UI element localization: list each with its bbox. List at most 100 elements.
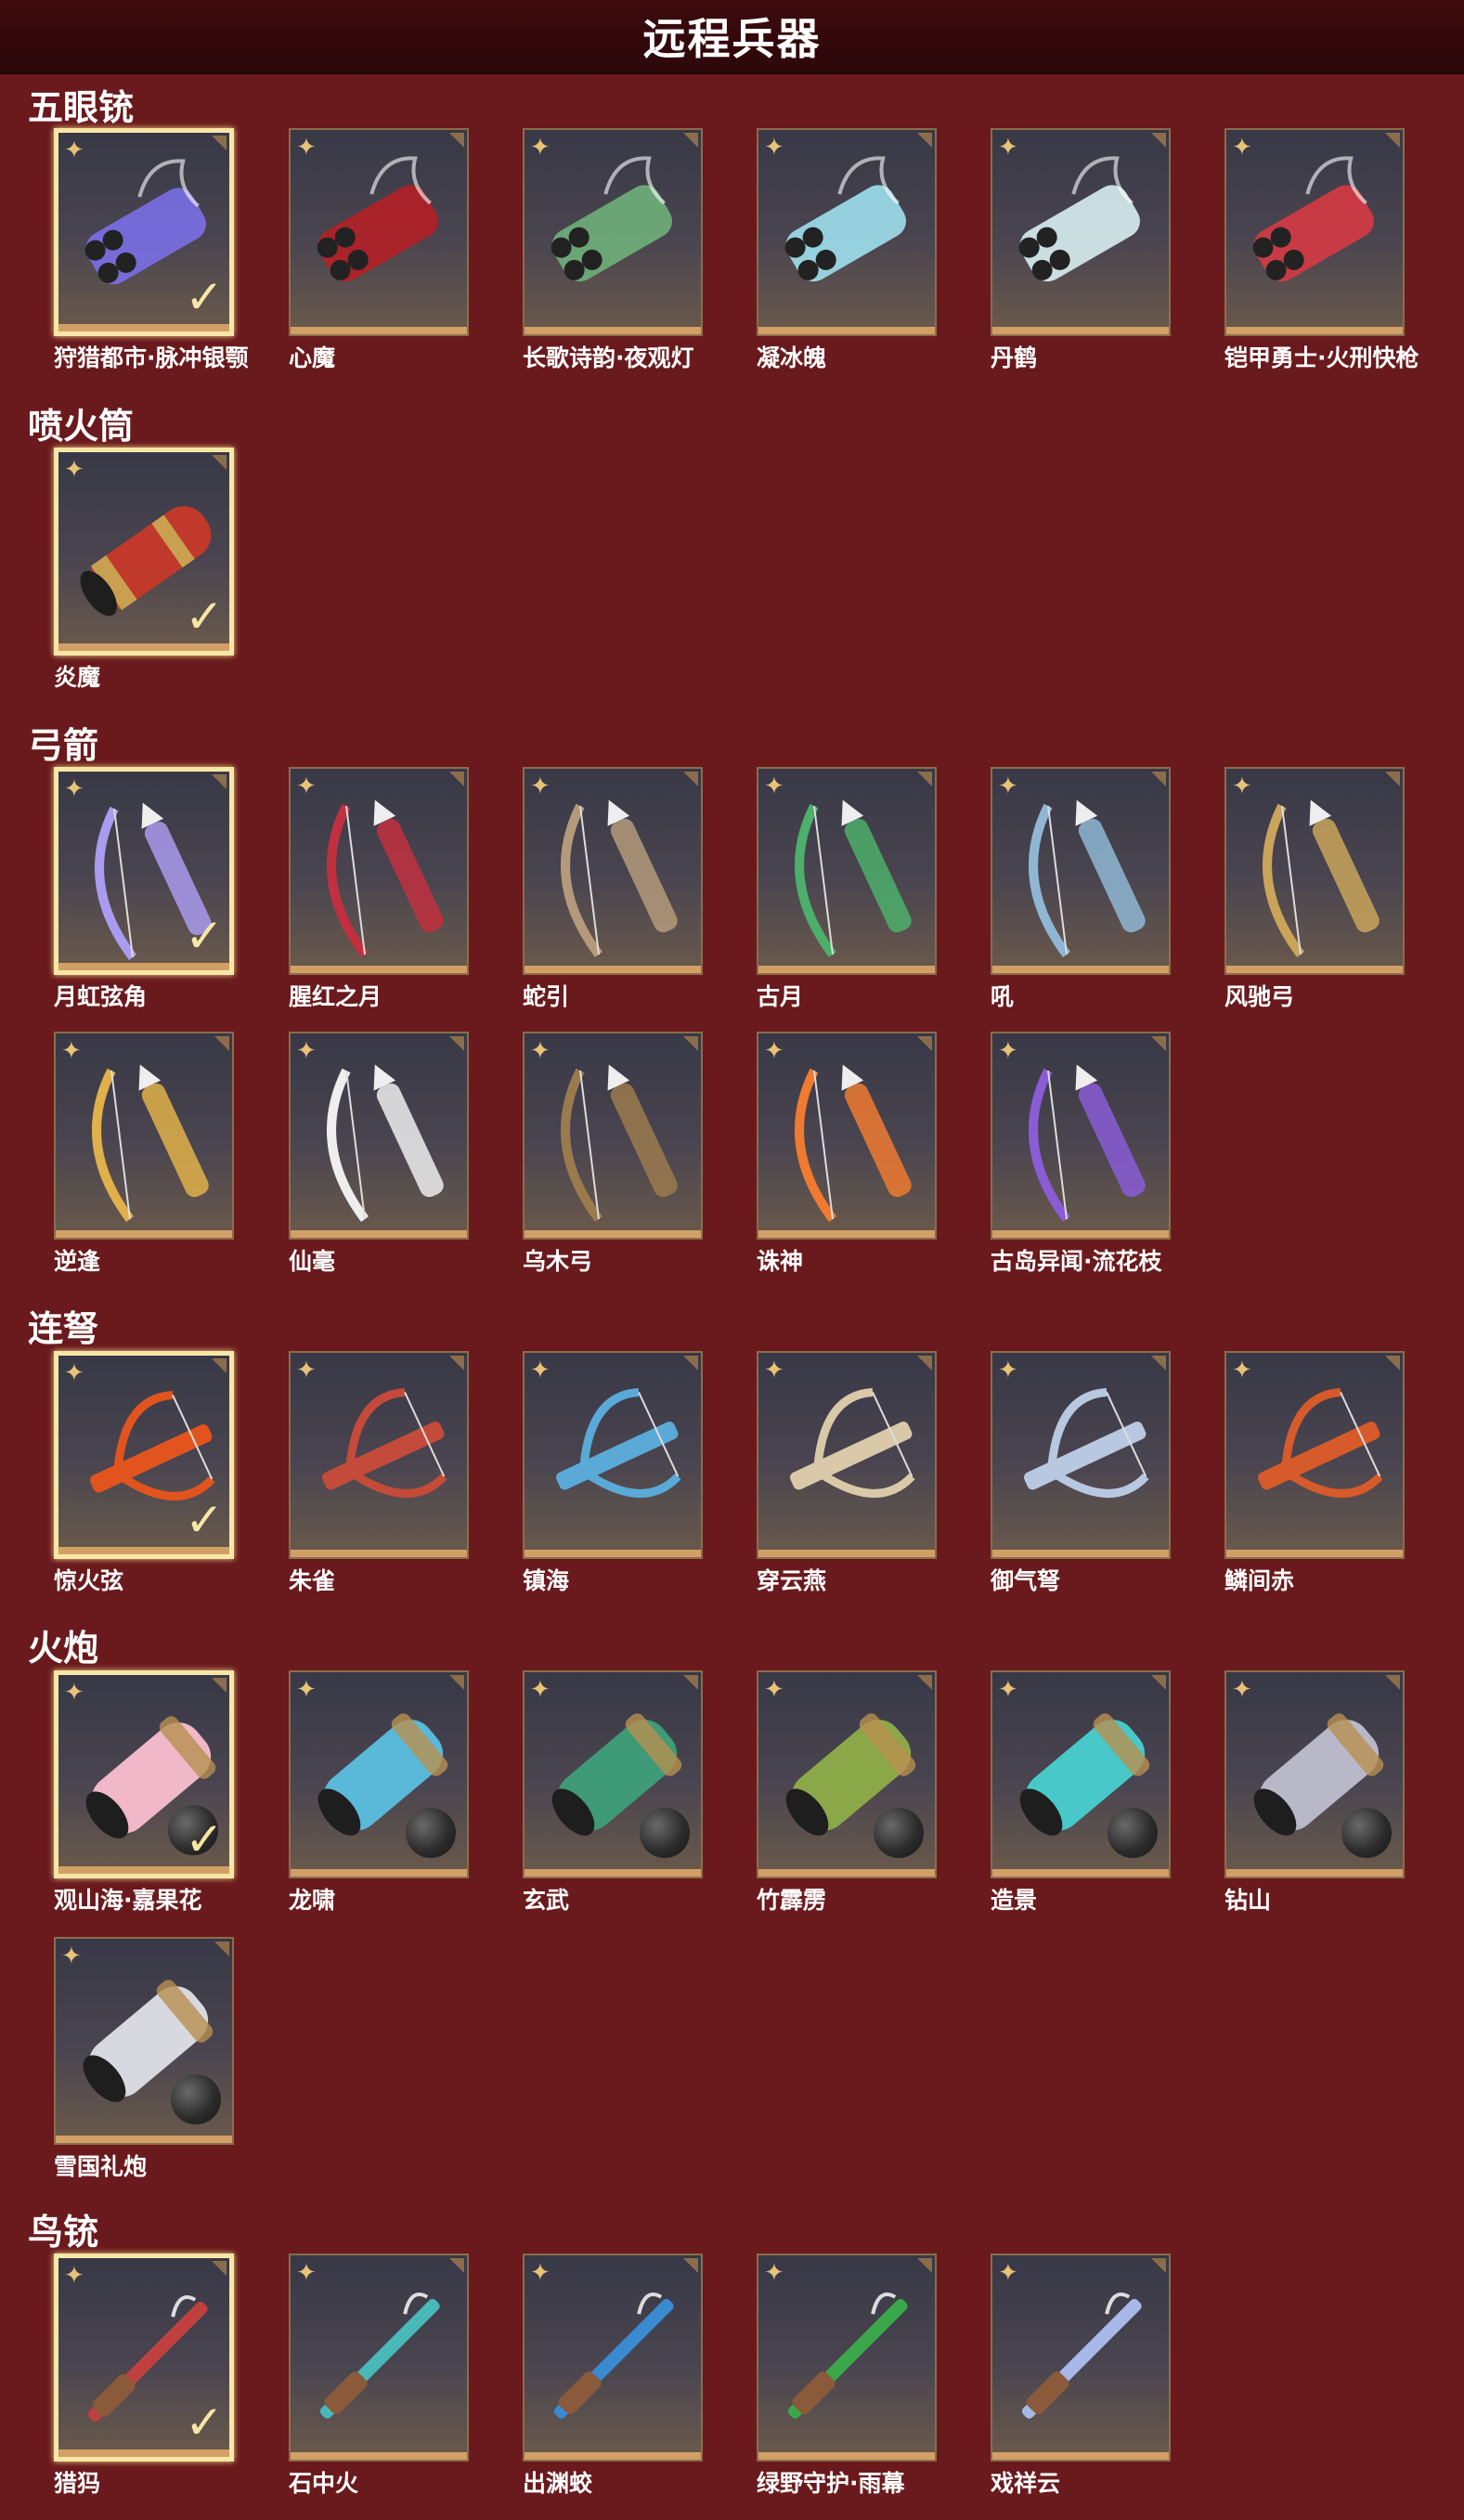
frame-base bbox=[758, 966, 935, 973]
bow-icon bbox=[327, 1064, 444, 1222]
weapon-name: 炎魔 bbox=[54, 664, 101, 691]
weapon-card[interactable]: ✦ ✓ 月虹弦角 bbox=[54, 767, 234, 1010]
weapon-thumbnail[interactable]: ✦ bbox=[757, 1351, 937, 1559]
cannonball-icon bbox=[1341, 1808, 1392, 1858]
frame-base bbox=[992, 1230, 1169, 1238]
weapon-card[interactable]: ✦ 御气弩 bbox=[991, 1351, 1171, 1594]
weapon-thumbnail[interactable]: ✦ ✓ bbox=[54, 2254, 234, 2462]
weapon-thumbnail[interactable]: ✦ bbox=[289, 1351, 469, 1559]
weapon-thumbnail[interactable]: ✦ ✓ bbox=[54, 767, 234, 975]
weapon-thumbnail[interactable]: ✦ bbox=[991, 767, 1171, 975]
weapon-card[interactable]: ✦ 镇海 bbox=[523, 1351, 703, 1594]
weapon-thumbnail[interactable]: ✦ bbox=[523, 2254, 703, 2462]
weapon-card[interactable]: ✦ 龙啸 bbox=[289, 1670, 469, 1914]
weapon-thumbnail[interactable]: ✦ bbox=[1224, 1351, 1405, 1559]
weapon-card[interactable]: ✦ 石中火 bbox=[289, 2254, 469, 2497]
weapon-thumbnail[interactable]: ✦ bbox=[1224, 767, 1405, 975]
weapon-thumbnail[interactable]: ✦ ✓ bbox=[54, 1351, 234, 1559]
weapon-card[interactable]: ✦ 腥红之月 bbox=[289, 767, 469, 1010]
weapon-name: 凝冰魄 bbox=[757, 344, 827, 371]
section-title: 鸟铳 bbox=[28, 2212, 99, 2253]
weapon-thumbnail[interactable]: ✦ bbox=[289, 128, 469, 336]
weapon-card[interactable]: ✦ 朱雀 bbox=[289, 1351, 469, 1594]
rarity-star-icon: ✦ bbox=[764, 1676, 784, 1704]
frame-base bbox=[1226, 1869, 1403, 1877]
weapon-thumbnail[interactable]: ✦ bbox=[54, 1937, 234, 2145]
frame-base bbox=[58, 324, 229, 331]
weapon-card[interactable]: ✦ 丹鹤 bbox=[991, 128, 1171, 371]
weapon-card[interactable]: ✦ 乌木弓 bbox=[523, 1032, 703, 1275]
crossbow-icon bbox=[556, 1387, 681, 1498]
weapon-card[interactable]: ✦ 凝冰魄 bbox=[757, 128, 937, 371]
weapon-thumbnail[interactable]: ✦ bbox=[991, 128, 1171, 336]
rarity-star-icon: ✦ bbox=[998, 1037, 1018, 1065]
weapon-thumbnail[interactable]: ✦ bbox=[289, 1670, 469, 1878]
weapon-card[interactable]: ✦ 吼 bbox=[991, 767, 1171, 1010]
weapon-card[interactable]: ✦ 古岛异闻·流花枝 bbox=[991, 1032, 1171, 1275]
weapon-name: 心魔 bbox=[289, 344, 336, 371]
weapon-thumbnail[interactable]: ✦ bbox=[991, 1670, 1171, 1878]
weapon-card[interactable]: ✦ 穿云燕 bbox=[757, 1351, 937, 1594]
weapon-thumbnail[interactable]: ✦ bbox=[523, 1351, 703, 1559]
rarity-star-icon: ✦ bbox=[998, 773, 1018, 800]
bow-icon bbox=[1263, 799, 1380, 957]
weapon-card[interactable]: ✦ 诛神 bbox=[757, 1032, 937, 1275]
weapon-thumbnail[interactable]: ✦ bbox=[523, 1032, 703, 1240]
rarity-star-icon: ✦ bbox=[1232, 1357, 1252, 1384]
weapon-card[interactable]: ✦ ✓ 狩猎都市·脉冲银颚 bbox=[54, 128, 249, 371]
weapon-card[interactable]: ✦ 玄武 bbox=[523, 1670, 703, 1914]
frame-base bbox=[992, 966, 1169, 973]
weapon-thumbnail[interactable]: ✦ bbox=[991, 1032, 1171, 1240]
weapon-thumbnail[interactable]: ✦ bbox=[523, 128, 703, 336]
weapon-card[interactable]: ✦ 钻山 bbox=[1224, 1670, 1405, 1914]
weapon-thumbnail[interactable]: ✦ ✓ bbox=[54, 128, 234, 336]
weapon-card[interactable]: ✦ 铠甲勇士·火刑快枪 bbox=[1224, 128, 1419, 371]
weapon-card[interactable]: ✦ ✓ 惊火弦 bbox=[54, 1351, 234, 1594]
bow-icon bbox=[1029, 1064, 1146, 1222]
weapon-thumbnail[interactable]: ✦ bbox=[523, 767, 703, 975]
section-title: 火炮 bbox=[28, 1628, 99, 1669]
weapon-card[interactable]: ✦ 造景 bbox=[991, 1670, 1171, 1914]
weapon-card[interactable]: ✦ 雪国礼炮 bbox=[54, 1937, 234, 2180]
weapon-thumbnail[interactable]: ✦ bbox=[289, 767, 469, 975]
weapon-card[interactable]: ✦ ✓ 猎犸 bbox=[54, 2254, 234, 2497]
rarity-star-icon: ✦ bbox=[764, 1037, 784, 1065]
weapon-thumbnail[interactable]: ✦ bbox=[289, 2254, 469, 2462]
weapon-name: 竹霹雳 bbox=[757, 1887, 827, 1914]
weapon-card[interactable]: ✦ 蛇引 bbox=[523, 767, 703, 1010]
weapon-thumbnail[interactable]: ✦ bbox=[757, 2254, 937, 2462]
weapon-thumbnail[interactable]: ✦ ✓ bbox=[54, 448, 234, 656]
rarity-star-icon: ✦ bbox=[530, 2259, 551, 2287]
weapon-name: 长歌诗韵·夜观灯 bbox=[523, 344, 694, 371]
rarity-star-icon: ✦ bbox=[530, 134, 551, 162]
weapon-thumbnail[interactable]: ✦ bbox=[757, 1032, 937, 1240]
weapon-thumbnail[interactable]: ✦ bbox=[757, 767, 937, 975]
frame-base bbox=[758, 2452, 935, 2460]
weapon-thumbnail[interactable]: ✦ bbox=[1224, 1670, 1405, 1878]
weapon-card[interactable]: ✦ 古月 bbox=[757, 767, 937, 1010]
weapon-card[interactable]: ✦ 出渊蛟 bbox=[523, 2254, 703, 2497]
weapon-card[interactable]: ✦ 戏祥云 bbox=[991, 2254, 1171, 2497]
weapon-thumbnail[interactable]: ✦ bbox=[991, 2254, 1171, 2462]
weapon-thumbnail[interactable]: ✦ bbox=[757, 1670, 937, 1878]
weapon-card[interactable]: ✦ 逆逢 bbox=[54, 1032, 234, 1275]
weapon-thumbnail[interactable]: ✦ bbox=[523, 1670, 703, 1878]
weapon-thumbnail[interactable]: ✦ bbox=[757, 128, 937, 336]
weapon-card[interactable]: ✦ 风驰弓 bbox=[1224, 767, 1405, 1010]
weapon-card[interactable]: ✦ 仙毫 bbox=[289, 1032, 469, 1275]
weapon-card[interactable]: ✦ 竹霹雳 bbox=[757, 1670, 937, 1914]
rarity-star-icon: ✦ bbox=[296, 1037, 317, 1065]
weapon-thumbnail[interactable]: ✦ ✓ bbox=[54, 1670, 234, 1878]
weapon-thumbnail[interactable]: ✦ bbox=[991, 1351, 1171, 1559]
weapon-thumbnail[interactable]: ✦ bbox=[1224, 128, 1405, 336]
weapon-card[interactable]: ✦ ✓ 观山海·嘉果花 bbox=[54, 1670, 234, 1914]
weapon-card[interactable]: ✦ 绿野守护·雨幕 bbox=[757, 2254, 937, 2497]
weapon-thumbnail[interactable]: ✦ bbox=[289, 1032, 469, 1240]
weapon-card[interactable]: ✦ 鳞间赤 bbox=[1224, 1351, 1405, 1594]
section-title: 五眼铳 bbox=[28, 87, 135, 128]
weapon-card[interactable]: ✦ 长歌诗韵·夜观灯 bbox=[523, 128, 703, 371]
weapon-card[interactable]: ✦ ✓ 炎魔 bbox=[54, 448, 234, 691]
weapon-card[interactable]: ✦ 心魔 bbox=[289, 128, 469, 371]
weapon-thumbnail[interactable]: ✦ bbox=[54, 1032, 234, 1240]
weapon-name: 逆逢 bbox=[54, 1248, 101, 1275]
